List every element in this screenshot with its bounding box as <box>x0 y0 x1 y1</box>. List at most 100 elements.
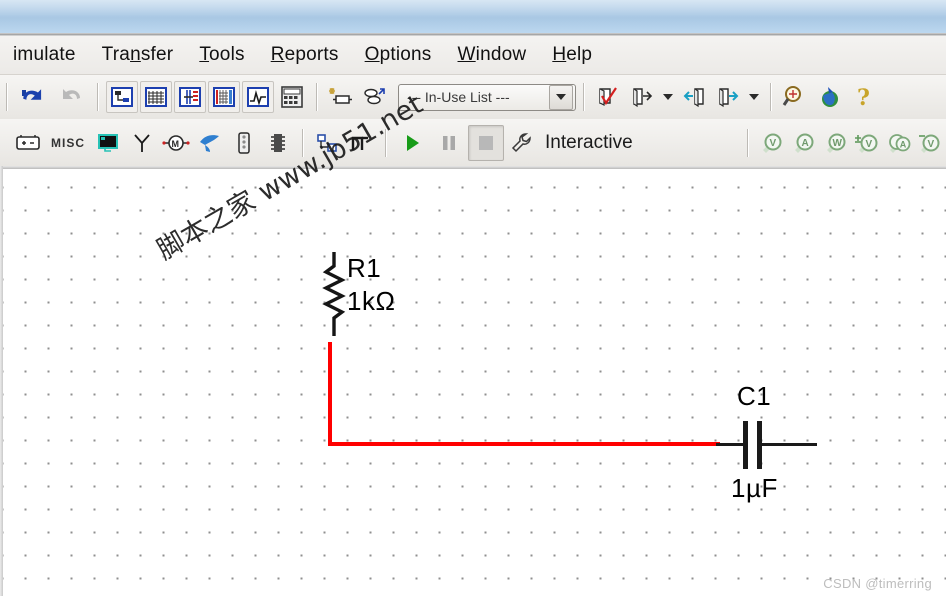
redo-button[interactable] <box>53 79 89 115</box>
database-manager-button[interactable] <box>359 81 391 113</box>
current-probe-button[interactable]: A <box>788 127 818 159</box>
pause-icon <box>443 135 455 150</box>
menu-tools[interactable]: Tools <box>186 44 257 66</box>
place-electromechanical-button[interactable]: M <box>160 127 192 159</box>
annotate-dropdown-chevron-icon[interactable] <box>749 94 759 100</box>
power-probe-icon: W <box>827 133 846 153</box>
svg-text:A: A <box>900 139 907 149</box>
run-play-icon <box>407 134 419 151</box>
back-annotate-icon <box>683 88 704 108</box>
menu-help[interactable]: Help <box>539 44 605 66</box>
stop-icon <box>479 135 493 150</box>
in-use-list-combobox[interactable]: --- In-Use List --- <box>398 83 576 111</box>
menu-window-label: Window <box>457 44 527 65</box>
place-display-icon <box>98 133 118 152</box>
database-manager-icon <box>364 88 385 105</box>
grapher-button[interactable] <box>140 81 172 113</box>
menu-transfer-label: Transfer <box>101 44 174 65</box>
chevron-down-icon <box>556 94 566 100</box>
svg-text:M: M <box>172 139 180 149</box>
run-simulation-button[interactable] <box>394 127 430 159</box>
toolbar-divider <box>302 128 303 157</box>
back-annotate-button[interactable] <box>678 81 710 113</box>
menu-transfer[interactable]: Transfer <box>89 44 187 66</box>
postprocessor-icon <box>179 87 201 107</box>
schematic-capture-button[interactable] <box>106 81 138 113</box>
reference-current-probe-icon: A <box>889 133 911 153</box>
forward-annotate-button[interactable] <box>712 81 744 113</box>
globe-icon <box>822 87 838 107</box>
place-display-button[interactable] <box>92 127 124 159</box>
resistor-r1-refdes[interactable]: R1 <box>347 253 381 284</box>
capacitor-c1-left-lead <box>716 443 744 446</box>
place-bus-button[interactable] <box>345 127 377 159</box>
place-ic-chip-button[interactable] <box>262 127 294 159</box>
toolbar-divider <box>6 83 7 111</box>
capacitor-c1-value[interactable]: 1µF <box>731 473 778 504</box>
capacitor-c1-refdes[interactable]: C1 <box>737 381 771 412</box>
export-netlist-button[interactable] <box>626 81 658 113</box>
toolbar-divider <box>385 128 386 157</box>
export-dropdown-chevron-icon[interactable] <box>663 94 673 100</box>
toolbar-divider <box>316 83 317 111</box>
menu-tools-label: Tools <box>199 44 245 65</box>
place-antenna-button[interactable] <box>126 127 158 159</box>
differential-voltage-probe-button[interactable]: V <box>852 127 882 159</box>
undo-button[interactable] <box>15 79 51 115</box>
current-probe-icon: A <box>795 133 814 153</box>
menu-options[interactable]: Options <box>352 44 445 66</box>
simulation-settings-button[interactable] <box>506 127 538 159</box>
resistor-r1-value[interactable]: 1kΩ <box>347 286 395 317</box>
stop-simulation-button[interactable] <box>468 124 504 161</box>
toolbar-divider <box>583 83 584 111</box>
net-wire-horizontal[interactable] <box>328 442 720 446</box>
new-component-button[interactable] <box>325 81 357 113</box>
place-bus-icon <box>351 136 368 150</box>
spreadsheet-view-icon <box>213 87 235 107</box>
education-web-button[interactable] <box>813 81 845 113</box>
svg-text:V: V <box>770 138 777 149</box>
help-question-icon: ? <box>857 85 870 110</box>
redo-icon <box>63 89 80 99</box>
menu-window[interactable]: Window <box>445 44 540 66</box>
capacitor-c1-right-lead <box>762 443 817 446</box>
menu-simulate[interactable]: imulate <box>0 44 89 66</box>
differential-voltage-probe-icon: V <box>855 134 878 153</box>
main-toolbar: --- In-Use List --- ? <box>0 75 946 120</box>
menubar: imulate Transfer Tools Reports Options W… <box>0 36 946 75</box>
net-wire-vertical[interactable] <box>328 342 332 446</box>
in-use-list-dropdown-button[interactable] <box>549 84 573 110</box>
pause-simulation-button[interactable] <box>432 127 466 159</box>
place-hierarchical-block-button[interactable] <box>311 127 343 159</box>
erc-check-icon <box>599 87 617 106</box>
analyses-button[interactable] <box>242 81 274 113</box>
new-component-icon <box>329 88 352 104</box>
place-misc-button[interactable]: MISC <box>46 127 90 159</box>
calculator-button[interactable] <box>276 81 308 113</box>
reference-current-probe-button[interactable]: A <box>884 127 914 159</box>
menu-reports[interactable]: Reports <box>258 44 352 66</box>
schematic-canvas[interactable]: R1 1kΩ C1 1µF CSDN @timerring <box>0 166 946 596</box>
power-probe-button[interactable]: W <box>820 127 850 159</box>
place-source-button[interactable] <box>12 127 44 159</box>
spreadsheet-view-button[interactable] <box>208 81 240 113</box>
find-button[interactable] <box>779 81 811 113</box>
place-hierarchical-block-icon <box>317 133 337 152</box>
place-connector-button[interactable] <box>228 127 260 159</box>
help-button[interactable]: ? <box>847 81 879 113</box>
simulation-mode-label: Interactive <box>545 131 633 153</box>
svg-text:V: V <box>866 139 873 150</box>
place-connector-icon <box>238 131 250 154</box>
voltage-probe-button[interactable]: V <box>756 127 786 159</box>
postprocessor-button[interactable] <box>174 81 206 113</box>
capacitor-c1-plate-left[interactable] <box>743 421 748 469</box>
toolbar-divider <box>97 83 98 111</box>
place-ni-components-button[interactable] <box>194 127 226 159</box>
canvas-top-border <box>0 166 946 169</box>
place-antenna-icon <box>134 133 150 152</box>
svg-text:?: ? <box>857 85 870 110</box>
erc-check-button[interactable] <box>592 81 624 113</box>
titlebar-sheen <box>0 0 946 16</box>
digital-probe-button[interactable]: V <box>916 127 944 159</box>
menu-options-label: Options <box>364 44 432 65</box>
